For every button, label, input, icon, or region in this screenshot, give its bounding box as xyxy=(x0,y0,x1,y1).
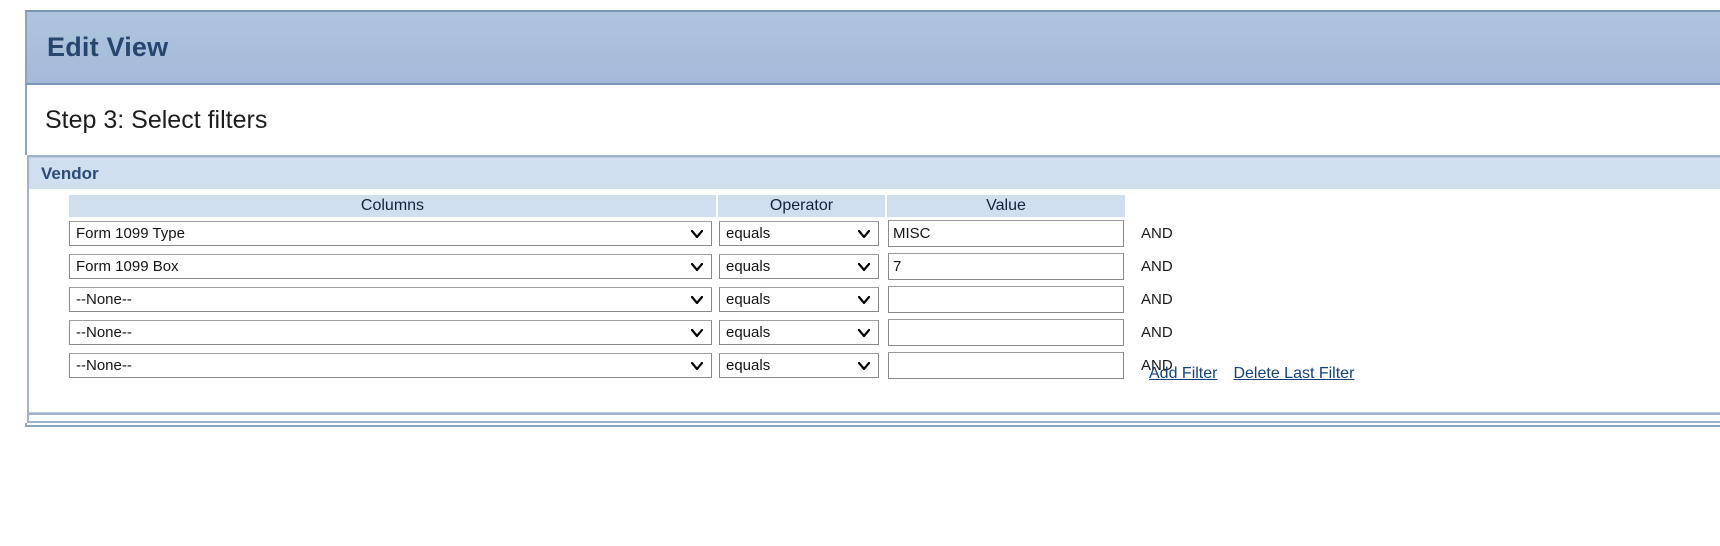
filter-row: Form 1099 Type equals MISC AND xyxy=(69,217,1245,250)
chevron-down-icon xyxy=(691,328,703,337)
panel-bottom-frame-inner xyxy=(27,415,1720,423)
filter-group-box: Vendor Columns Operator Value Form 1099 … xyxy=(27,155,1720,415)
filter-table: Columns Operator Value Form 1099 Type equ… xyxy=(69,195,1245,382)
filter-row-column-cell: --None-- xyxy=(69,283,717,316)
chevron-down-icon xyxy=(691,361,703,370)
operator-select-value: equals xyxy=(726,291,771,308)
operator-select-value: equals xyxy=(726,324,771,341)
filter-row-value-cell: MISC xyxy=(886,217,1125,250)
value-input-0[interactable]: MISC xyxy=(888,220,1124,247)
conjunction-label: AND xyxy=(1141,323,1173,341)
page-title: Edit View xyxy=(47,32,169,62)
column-select-value: --None-- xyxy=(76,357,132,374)
chevron-down-icon xyxy=(858,295,870,304)
column-select-value: Form 1099 Box xyxy=(76,258,179,275)
column-select-value: Form 1099 Type xyxy=(76,225,185,242)
filter-row-operator-cell: equals xyxy=(717,316,886,349)
operator-select-3[interactable]: equals xyxy=(719,320,879,345)
column-select-1[interactable]: Form 1099 Box xyxy=(69,254,712,279)
filter-row-operator-cell: equals xyxy=(717,217,886,250)
filter-row-conjunction-cell: AND xyxy=(1125,283,1245,316)
filter-row-column-cell: Form 1099 Box xyxy=(69,250,717,283)
value-input-text: 7 xyxy=(893,258,902,275)
operator-select-value: equals xyxy=(726,357,771,374)
edit-view-window: Edit View Step 3: Select filters Vendor … xyxy=(25,10,1720,427)
conjunction-label: AND xyxy=(1141,224,1173,242)
chevron-down-icon xyxy=(858,361,870,370)
panel-bottom-frame-outer xyxy=(25,423,1720,427)
operator-select-value: equals xyxy=(726,225,771,242)
filter-group-inner: Vendor Columns Operator Value Form 1099 … xyxy=(29,157,1720,413)
operator-select-4[interactable]: equals xyxy=(719,353,879,378)
filter-row-conjunction-cell: AND xyxy=(1125,250,1245,283)
chevron-down-icon xyxy=(858,262,870,271)
delete-last-filter-link[interactable]: Delete Last Filter xyxy=(1233,365,1354,383)
filter-group-title: Vendor xyxy=(41,163,99,183)
column-select-3[interactable]: --None-- xyxy=(69,320,712,345)
filter-row-value-cell xyxy=(886,349,1125,382)
column-select-2[interactable]: --None-- xyxy=(69,287,712,312)
add-filter-link[interactable]: Add Filter xyxy=(1149,365,1217,383)
operator-select-2[interactable]: equals xyxy=(719,287,879,312)
chevron-down-icon xyxy=(858,229,870,238)
filter-row-operator-cell: equals xyxy=(717,283,886,316)
filter-row-column-cell: Form 1099 Type xyxy=(69,217,717,250)
filter-row-value-cell xyxy=(886,316,1125,349)
column-select-value: --None-- xyxy=(76,324,132,341)
filter-row-operator-cell: equals xyxy=(717,349,886,382)
column-header-operator: Operator xyxy=(716,195,886,217)
column-header-conjunction xyxy=(1125,195,1245,217)
value-input-3[interactable] xyxy=(888,319,1124,346)
filter-row-conjunction-cell: AND xyxy=(1125,217,1245,250)
chevron-down-icon xyxy=(691,262,703,271)
filter-actions: Add Filter Delete Last Filter xyxy=(1149,365,1354,383)
column-header-columns: Columns xyxy=(69,195,717,217)
column-select-4[interactable]: --None-- xyxy=(69,353,712,378)
column-header-value: Value xyxy=(885,195,1125,217)
chevron-down-icon xyxy=(691,295,703,304)
step-heading-bar: Step 3: Select filters xyxy=(25,85,1720,155)
conjunction-label: AND xyxy=(1141,257,1173,275)
value-input-4[interactable] xyxy=(888,352,1124,379)
value-input-1[interactable]: 7 xyxy=(888,253,1124,280)
step-heading: Step 3: Select filters xyxy=(45,105,268,134)
filter-row: Form 1099 Box equals 7 AND xyxy=(69,250,1245,283)
filter-row-operator-cell: equals xyxy=(717,250,886,283)
filter-row-column-cell: --None-- xyxy=(69,349,717,382)
filter-row-column-cell: --None-- xyxy=(69,316,717,349)
column-select-value: --None-- xyxy=(76,291,132,308)
operator-select-1[interactable]: equals xyxy=(719,254,879,279)
filter-row: --None-- equals AND xyxy=(69,283,1245,316)
conjunction-label: AND xyxy=(1141,290,1173,308)
operator-select-0[interactable]: equals xyxy=(719,221,879,246)
filter-row: --None-- equals AND xyxy=(69,316,1245,349)
column-select-0[interactable]: Form 1099 Type xyxy=(69,221,712,246)
chevron-down-icon xyxy=(691,229,703,238)
filter-group-title-bar: Vendor xyxy=(29,158,1720,190)
value-input-2[interactable] xyxy=(888,286,1124,313)
filter-row: --None-- equals AND xyxy=(69,349,1245,382)
filter-table-header-row: Columns Operator Value xyxy=(69,195,1245,217)
chevron-down-icon xyxy=(858,328,870,337)
filter-row-value-cell xyxy=(886,283,1125,316)
window-title-bar: Edit View xyxy=(25,10,1720,85)
value-input-text: MISC xyxy=(893,225,931,242)
filter-row-conjunction-cell: AND xyxy=(1125,316,1245,349)
filter-row-value-cell: 7 xyxy=(886,250,1125,283)
operator-select-value: equals xyxy=(726,258,771,275)
